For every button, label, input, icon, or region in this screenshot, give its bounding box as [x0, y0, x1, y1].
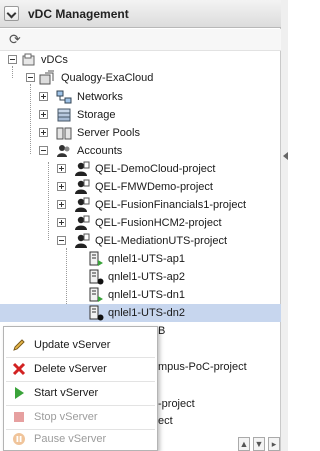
menu-item-label: Start vServer	[34, 387, 99, 399]
menu-item-label: Update vServer	[34, 339, 111, 351]
tree-label: QEL-FusionHCM2-project	[95, 217, 222, 229]
tree-node-partial[interactable]: mpus-PoC-project	[158, 358, 281, 376]
collapse-toggle-icon[interactable]	[8, 55, 17, 64]
expand-toggle-icon[interactable]	[57, 200, 66, 209]
tree-node-storage[interactable]: Storage	[0, 106, 281, 124]
tree-node-cloud[interactable]: Qualogy-ExaCloud	[0, 69, 281, 87]
delete-x-icon	[12, 362, 26, 376]
bottom-end-button[interactable]: ▸	[268, 437, 280, 451]
tree-label: vDCs	[41, 54, 68, 66]
menu-item-start-vserver[interactable]: Start vServer	[4, 381, 157, 405]
tree-label: Storage	[77, 109, 116, 121]
tree-label: Networks	[77, 91, 123, 103]
expand-toggle-icon[interactable]	[39, 128, 48, 137]
tree-node-server-pools[interactable]: Server Pools	[0, 124, 281, 142]
collapse-toggle-icon[interactable]	[39, 146, 48, 155]
tree-label: qnlel1-UTS-dn1	[108, 289, 186, 301]
refresh-icon[interactable]: ⟳	[9, 31, 21, 47]
expand-toggle-icon[interactable]	[57, 218, 66, 227]
tree-node-account[interactable]: QEL-FMWDemo-project	[0, 178, 281, 196]
tree-label: Server Pools	[77, 127, 140, 139]
tree-node-account[interactable]: QEL-FusionFinancials1-project	[0, 196, 281, 214]
account-user-icon	[75, 233, 90, 248]
pencil-icon	[13, 339, 25, 351]
stop-icon	[14, 412, 24, 422]
cloud-server-icon	[39, 70, 54, 85]
expand-toggle-icon[interactable]	[57, 182, 66, 191]
account-user-icon	[75, 215, 90, 230]
panel-title: vDC Management	[28, 7, 129, 21]
tree-label: B	[158, 325, 166, 337]
tree-node-account[interactable]: QEL-MediationUTS-project	[0, 232, 281, 250]
splitter-arrow-icon[interactable]	[283, 152, 288, 160]
tree-node-vserver[interactable]: qnlel1-UTS-ap2	[0, 268, 281, 286]
tree-node-account[interactable]: QEL-FusionHCM2-project	[0, 214, 281, 232]
play-icon	[15, 387, 24, 399]
tree-label: Accounts	[77, 145, 123, 157]
storage-icon	[57, 108, 71, 122]
tree-label: QEL-FusionFinancials1-project	[95, 199, 247, 211]
menu-item-label: Stop vServer	[34, 411, 98, 423]
panel-header: vDC Management	[0, 0, 281, 28]
tree-node-networks[interactable]: Networks	[0, 88, 281, 106]
menu-item-pause-vserver: Pause vServer	[4, 427, 157, 451]
bottom-scroll-button[interactable]: ▲	[238, 437, 250, 451]
menu-item-stop-vserver: Stop vServer	[4, 405, 157, 429]
tree-node-account[interactable]: QEL-DemoCloud-project	[0, 160, 281, 178]
tree-node-vdcs[interactable]: vDCs	[0, 51, 281, 69]
expand-toggle-icon[interactable]	[57, 164, 66, 173]
collapse-toggle-icon[interactable]	[57, 236, 66, 245]
accounts-icon	[57, 145, 70, 157]
tree-label: ect	[158, 415, 173, 427]
vserver-running-icon	[89, 287, 103, 302]
vserver-stopped-icon	[89, 269, 104, 285]
network-icon	[56, 90, 72, 104]
tree-label: qnlel1-UTS-ap2	[108, 271, 186, 283]
vserver-running-icon	[89, 251, 103, 266]
tree-label: Qualogy-ExaCloud	[61, 72, 154, 84]
account-user-icon	[75, 179, 90, 194]
tree-node-partial[interactable]: B	[158, 322, 281, 340]
account-user-icon	[75, 161, 90, 176]
pause-icon	[13, 433, 25, 445]
collapse-toggle-icon[interactable]	[26, 73, 35, 82]
tree-label: qnlel1-UTS-dn2	[108, 307, 186, 319]
tree-label: qnlel1-UTS-ap1	[108, 253, 186, 265]
expand-toggle-icon[interactable]	[39, 92, 48, 101]
bottom-down-button[interactable]: ▼	[253, 437, 265, 451]
vdcs-folder-icon	[22, 53, 35, 66]
server-pool-icon	[56, 127, 72, 140]
menu-item-delete-vserver[interactable]: Delete vServer	[4, 357, 157, 381]
account-user-icon	[75, 197, 90, 212]
tree-node-partial[interactable]: -project	[158, 395, 281, 413]
expand-toggle-icon[interactable]	[39, 110, 48, 119]
tree-label: QEL-FMWDemo-project	[95, 181, 213, 193]
vserver-stopped-icon	[89, 305, 104, 321]
tree-node-vserver[interactable]: qnlel1-UTS-dn1	[0, 286, 281, 304]
splitter-edge[interactable]	[281, 0, 288, 451]
menu-item-update-vserver[interactable]: Update vServer	[4, 333, 157, 357]
collapse-chevron-icon[interactable]	[4, 6, 19, 21]
tree-label: mpus-PoC-project	[158, 361, 247, 373]
tree-node-vserver[interactable]: qnlel1-UTS-ap1	[0, 250, 281, 268]
tree-node-accounts[interactable]: Accounts	[0, 142, 281, 160]
tree-label: -project	[158, 398, 195, 410]
tree-node-vserver-selected[interactable]: qnlel1-UTS-dn2	[0, 304, 281, 322]
tree-label: QEL-MediationUTS-project	[95, 235, 228, 247]
tree-label: QEL-DemoCloud-project	[95, 163, 216, 175]
tree-toolbar: ⟳	[0, 29, 281, 51]
context-menu: Update vServer Delete vServer Start vSer…	[3, 326, 158, 451]
tree-node-partial[interactable]: ect	[158, 412, 281, 430]
menu-item-label: Delete vServer	[34, 363, 107, 375]
menu-item-label: Pause vServer	[34, 433, 107, 445]
